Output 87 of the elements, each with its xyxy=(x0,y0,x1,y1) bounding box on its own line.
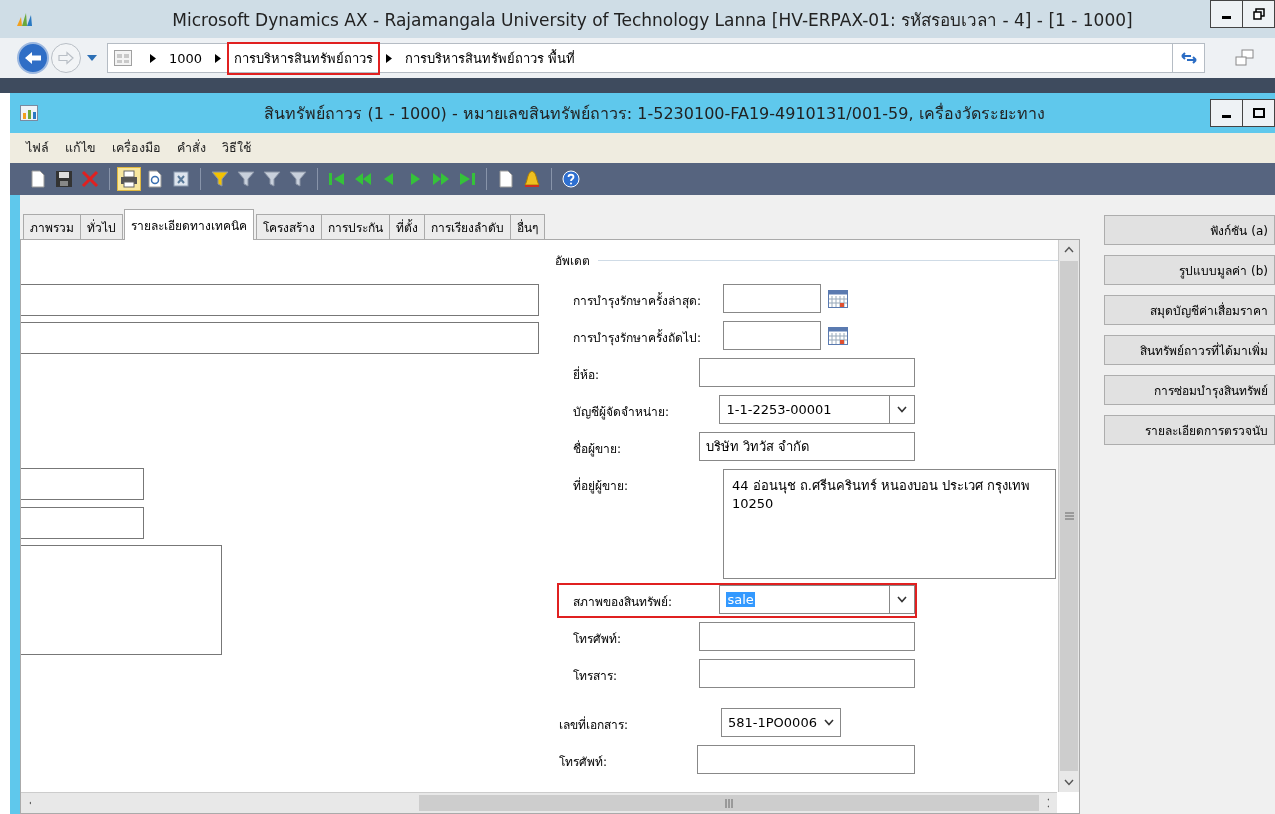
vertical-scrollbar[interactable] xyxy=(1058,240,1079,792)
text-field[interactable] xyxy=(699,358,915,387)
minimize-button[interactable] xyxy=(1210,99,1243,127)
scroll-thumb[interactable] xyxy=(1060,261,1078,771)
grip-icon xyxy=(725,798,733,808)
grip-icon xyxy=(1064,512,1074,520)
scroll-down-icon[interactable] xyxy=(1064,779,1074,786)
field-label: การบำรุงรักษาครั้งถัดไป: xyxy=(572,328,703,347)
chevron-down-icon[interactable] xyxy=(897,596,907,603)
action-button[interactable]: สินทรัพย์ถาวรที่ได้มาเพิ่ม xyxy=(1104,335,1275,365)
text-field[interactable] xyxy=(21,468,144,500)
field-label: โทรสาร: xyxy=(572,668,619,685)
print-icon[interactable] xyxy=(117,167,141,191)
menu-item[interactable]: ไฟล์ xyxy=(18,138,57,158)
menu-item[interactable]: แก้ไข xyxy=(57,138,104,158)
field-label: โทรศัพท์: xyxy=(559,754,609,771)
field-label: ที่อยู่ผู้ขาย: xyxy=(572,476,630,495)
arrow-right-icon xyxy=(57,51,75,65)
tab[interactable]: โครงสร้าง xyxy=(256,214,322,239)
field-label: การบำรุงรักษาครั้งล่าสุด: xyxy=(572,291,703,310)
dropdown-field[interactable]: 1-1-2253-00001 xyxy=(719,395,915,424)
field-label: โทรศัพท์: xyxy=(572,631,623,648)
caret-icon[interactable] xyxy=(87,55,97,61)
breadcrumb-item[interactable]: การบริหารสินทรัพย์ถาวร xyxy=(227,41,381,75)
chevron-down-icon[interactable] xyxy=(897,406,907,413)
text-field[interactable] xyxy=(699,622,915,651)
field-label: สภาพของสินทรัพย์: xyxy=(572,594,674,611)
date-field[interactable] xyxy=(723,284,821,313)
minimize-icon xyxy=(1222,15,1231,19)
horizontal-scrollbar[interactable] xyxy=(21,792,1057,813)
breadcrumb-arrow-icon[interactable] xyxy=(215,53,222,63)
date-field[interactable] xyxy=(723,321,821,350)
maximize-button[interactable] xyxy=(1242,99,1275,127)
tab[interactable]: อื่นๆ xyxy=(510,214,545,239)
field-label: ยี่ห้อ: xyxy=(572,365,601,384)
field-label: ชื่อผู้ขาย: xyxy=(572,439,623,458)
minimize-button[interactable] xyxy=(1210,0,1243,28)
back-button[interactable] xyxy=(17,42,49,74)
action-button[interactable]: การซ่อมบำรุงสินทรัพย์ xyxy=(1104,375,1275,405)
scroll-thumb[interactable] xyxy=(419,795,1039,811)
breadcrumb-item[interactable]: 1000 xyxy=(162,44,210,72)
address-field[interactable]: 44 อ่อนนุช ถ.ศรีนครินทร์ หนองบอน ประเวศ กรุงเทพ 10250 xyxy=(723,469,1056,579)
group-title: อัพเดต xyxy=(555,252,590,270)
maximize-icon xyxy=(1252,108,1265,118)
text-field[interactable] xyxy=(21,507,144,539)
tab[interactable]: ที่ตั้ง xyxy=(389,214,425,239)
menu-item[interactable]: คำสั่ง xyxy=(169,138,214,158)
tab[interactable]: การประกัน xyxy=(321,214,390,239)
field-label: บัญชีผู้จัดจำหน่าย: xyxy=(572,404,671,421)
windows-icon[interactable] xyxy=(1235,49,1255,67)
refresh-icon xyxy=(1180,51,1197,65)
text-area[interactable] xyxy=(21,545,222,655)
action-button[interactable]: รายละเอียดการตรวจนับ xyxy=(1104,415,1275,445)
grid-icon xyxy=(114,50,132,66)
calendar-icon[interactable] xyxy=(828,327,848,345)
text-field[interactable] xyxy=(21,322,539,354)
tab[interactable]: การเรียงลำดับ xyxy=(424,214,511,239)
text-field[interactable] xyxy=(21,284,539,316)
tab[interactable]: ทั่วไป xyxy=(80,214,123,239)
text-field[interactable] xyxy=(699,659,915,688)
tab[interactable]: รายละเอียดทางเทคนิค xyxy=(124,209,254,240)
tab[interactable]: ภาพรวม xyxy=(23,214,81,239)
action-button[interactable]: ฟังก์ชัน (a) xyxy=(1104,215,1275,245)
scroll-right-icon[interactable] xyxy=(1047,798,1049,808)
calendar-icon[interactable] xyxy=(828,290,848,308)
chevron-down-icon[interactable] xyxy=(824,719,834,726)
action-button[interactable]: สมุดบัญชีค่าเสื่อมราคา xyxy=(1104,295,1275,325)
menu-item[interactable]: เครื่องมือ xyxy=(104,138,169,158)
restore-icon xyxy=(1252,8,1265,20)
address-bar[interactable]: 1000 การบริหารสินทรัพย์ถาวร การบริหารสินทรัพย์ถาวร พื้นที่ xyxy=(107,43,1205,73)
action-button[interactable]: รูปแบบมูลค่า (b) xyxy=(1104,255,1275,285)
help-icon[interactable] xyxy=(559,167,583,191)
scroll-up-icon[interactable] xyxy=(1064,246,1074,253)
field-label: เลขที่เอกสาร: xyxy=(559,715,630,734)
breadcrumb-item[interactable]: การบริหารสินทรัพย์ถาวร พื้นที่ xyxy=(398,41,583,75)
menu-item[interactable]: วิธีใช้ xyxy=(214,138,259,158)
breadcrumb-arrow-icon[interactable] xyxy=(386,53,393,63)
restore-button[interactable] xyxy=(1242,0,1275,28)
dropdown-field[interactable]: 581-1PO0006 xyxy=(721,708,841,737)
form-icon xyxy=(20,105,38,121)
arrow-left-icon xyxy=(23,50,43,66)
form-title: สินทรัพย์ถาวร (1 - 1000) - หมายเลขสินทรัพย์ถาวร: 1-5230100-FA19-4910131/001-59, เครื่องวัดระยะทาง xyxy=(263,102,1046,125)
minimize-icon xyxy=(1222,114,1231,118)
text-field[interactable] xyxy=(696,745,915,774)
window-title: Microsoft Dynamics AX - Rajamangala University of Technology Lanna [HV-ERPAX-01: รหัสรอบเวลา - 4] - [1 - 1000] xyxy=(171,8,1134,32)
breadcrumb-arrow-icon[interactable] xyxy=(150,53,156,63)
text-field[interactable]: บริษัท วิทวัส จำกัด xyxy=(699,432,915,461)
